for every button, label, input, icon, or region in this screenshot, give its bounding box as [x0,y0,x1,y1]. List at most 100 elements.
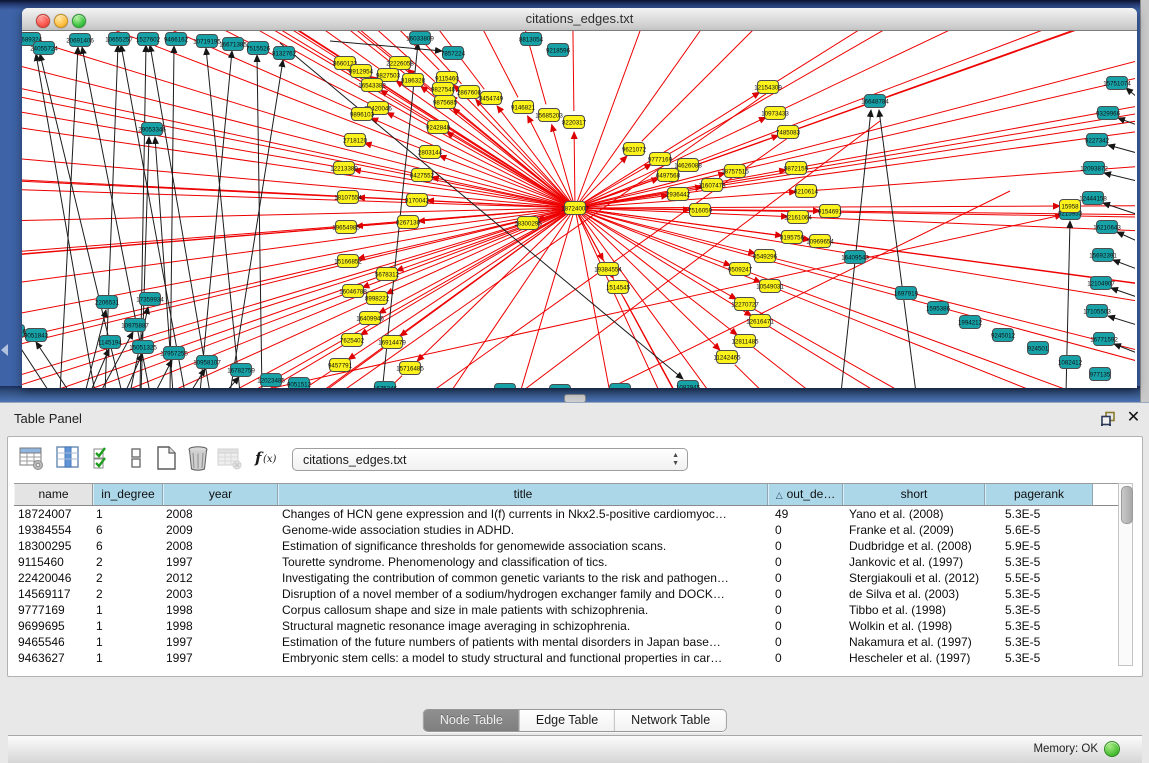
graph-edge-red[interactable] [22,31,420,148]
graph-edge-black[interactable] [1108,316,1135,325]
table-cell[interactable]: 5.3E-5 [985,586,1093,602]
table-row[interactable]: 1456911722003Disruption of a novel membe… [14,586,1126,602]
table-cell[interactable]: de Silva et al. (2003) [843,586,985,602]
table-cell[interactable]: 1 [93,506,163,522]
table-row[interactable]: 911546021997Tourette syndrome. Phenomeno… [14,554,1126,570]
table-cell[interactable]: 0 [768,618,843,634]
table-cell[interactable]: 6 [93,522,163,538]
table-row[interactable]: 946554611997Estimation of the future num… [14,634,1126,650]
table-cell[interactable]: Investigating the contribution of common… [278,570,768,586]
table-mode-button[interactable] [18,444,48,474]
graph-edge-red[interactable] [755,309,1135,388]
delete-table-button[interactable] [216,444,246,474]
table-cell[interactable]: Estimation of the future numbers of pati… [278,634,768,650]
tab-edge-table[interactable]: Edge Table [520,710,615,731]
window-titlebar[interactable]: citations_edges.txt [22,8,1137,31]
graph-edge-red[interactable] [574,132,575,208]
graph-edge-black[interactable] [1117,232,1135,241]
column-header-out_de[interactable]: △out_de… [768,484,843,505]
graph-edge-black[interactable] [1104,173,1135,181]
table-cell[interactable]: Hescheler et al. (1997) [843,650,985,666]
table-cell[interactable]: 1 [93,650,163,666]
table-cell[interactable]: 0 [768,570,843,586]
graph-edge-black[interactable] [841,110,871,388]
graph-edge-black[interactable] [1103,203,1135,214]
table-cell[interactable]: Jankovic et al. (1997) [843,554,985,570]
clear-selection-button[interactable] [122,444,152,474]
graph-edge-red[interactable] [22,303,367,388]
panel-collapse-arrow-icon[interactable] [1,344,8,356]
table-cell[interactable]: 9777169 [14,602,93,618]
table-cell[interactable]: Estimation of significance thresholds fo… [278,538,768,554]
memory-status-indicator[interactable] [1104,741,1120,757]
table-cell[interactable]: 2 [93,554,163,570]
new-column-button[interactable] [152,444,182,474]
graph-edge-red[interactable] [575,208,755,254]
table-cell[interactable]: 5.5E-5 [985,570,1093,586]
graph-edge-red[interactable] [698,31,1135,161]
column-header-name[interactable]: name [14,484,93,505]
graph-edge-red[interactable] [776,259,1135,388]
table-cell[interactable]: 19384554 [14,522,93,538]
table-cell[interactable]: 1998 [163,618,278,634]
table-cell[interactable]: Stergiakouli et al. (2012) [843,570,985,586]
table-cell[interactable]: Tourette syndrome. Phenomenology and cla… [278,554,768,570]
function-builder-button[interactable]: f (x) [252,444,286,474]
column-header-pagerank[interactable]: pagerank [985,484,1093,505]
table-cell[interactable]: Wolkin et al. (1998) [843,618,985,634]
table-cell[interactable]: 0 [768,538,843,554]
graph-edge-red[interactable] [678,31,1135,171]
graph-edge-black[interactable] [1113,260,1135,269]
table-select-dropdown[interactable]: citations_edges.txt ▲▼ [292,448,688,471]
table-cell[interactable]: 1 [93,602,163,618]
graph-edge-red[interactable] [575,208,751,316]
table-row[interactable]: 946362711997Embryonic stem cells: a mode… [14,650,1126,666]
table-cell[interactable]: 2003 [163,586,278,602]
graph-edge-red[interactable] [575,208,1135,361]
table-cell[interactable]: 5.3E-5 [985,618,1093,634]
graph-edge-red[interactable] [22,323,360,388]
column-header-short[interactable]: short [843,484,985,505]
graph-edge-red[interactable] [567,31,574,111]
graph-edge-red[interactable] [22,166,337,196]
table-cell[interactable]: 5.9E-5 [985,538,1093,554]
graph-edge-black[interactable] [1111,288,1135,297]
table-cell[interactable]: Yano et al. (2008) [843,506,985,522]
table-cell[interactable]: 5.3E-5 [985,554,1093,570]
table-cell[interactable]: Genome-wide association studies in ADHD. [278,522,768,538]
graph-edge-black[interactable] [60,47,78,388]
table-cell[interactable]: 18724007 [14,506,93,522]
table-cell[interactable]: Nakamura et al. (1997) [843,634,985,650]
table-cell[interactable]: Embryonic stem cells: a model to study s… [278,650,768,666]
table-cell[interactable]: 9115460 [14,554,93,570]
table-cell[interactable]: Dudbridge et al. (2008) [843,538,985,554]
column-header-in_degree[interactable]: in_degree [93,484,163,505]
table-row[interactable]: 1938455462009Genome-wide association stu… [14,522,1126,538]
table-cell[interactable]: Franke et al. (2009) [843,522,985,538]
table-cell[interactable]: 1 [93,618,163,634]
table-cell[interactable]: 1997 [163,650,278,666]
graph-edge-black[interactable] [190,369,205,388]
table-cell[interactable]: 1997 [163,554,278,570]
table-cell[interactable]: 14569117 [14,586,93,602]
table-cell[interactable]: 2008 [163,538,278,554]
select-all-button[interactable] [90,444,120,474]
table-cell[interactable]: Tibbo et al. (1998) [843,602,985,618]
table-cell[interactable]: 0 [768,602,843,618]
table-cell[interactable]: 1997 [163,634,278,650]
table-cell[interactable]: 6 [93,538,163,554]
table-cell[interactable]: 2012 [163,570,278,586]
graph-edge-black[interactable] [200,51,232,388]
vertical-scrollbar[interactable] [1118,483,1133,666]
table-cell[interactable]: 0 [768,554,843,570]
table-row[interactable]: 969969511998Structural magnetic resonanc… [14,618,1126,634]
close-panel-icon[interactable]: ✕ [1126,410,1141,426]
tab-node-table[interactable]: Node Table [424,710,520,731]
graph-edge-red[interactable] [575,31,700,208]
table-cell[interactable]: 5.3E-5 [985,650,1093,666]
graph-edge-red[interactable] [777,31,1135,81]
table-cell[interactable]: 0 [768,634,843,650]
table-cell[interactable]: 18300295 [14,538,93,554]
table-row[interactable]: 1830029562008Estimation of significance … [14,538,1126,554]
table-cell[interactable]: 5.6E-5 [985,522,1093,538]
